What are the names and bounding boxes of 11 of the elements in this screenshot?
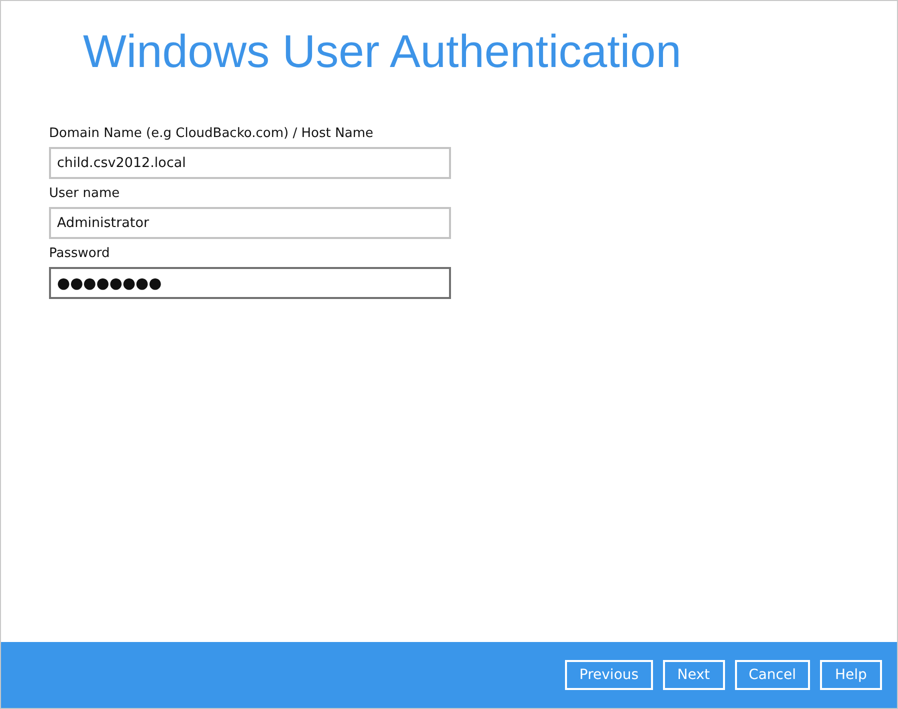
footer-button[interactable]: Next bbox=[662, 660, 725, 690]
field-label: User name bbox=[49, 185, 121, 202]
field-label: Domain Name (e.g CloudBacko.com) / Host Name bbox=[49, 125, 374, 142]
password-field[interactable]: ●●●●●●●● bbox=[49, 267, 451, 299]
footer-button[interactable]: Previous bbox=[565, 660, 653, 690]
input-field[interactable]: Administrator bbox=[49, 207, 451, 239]
page-title: Windows User Authentication bbox=[83, 24, 682, 79]
field-label: Password bbox=[49, 245, 111, 262]
footer-button[interactable]: Cancel bbox=[734, 660, 810, 690]
input-field[interactable]: child.csv2012.local bbox=[49, 147, 451, 179]
footer-button[interactable]: Help bbox=[820, 660, 882, 690]
